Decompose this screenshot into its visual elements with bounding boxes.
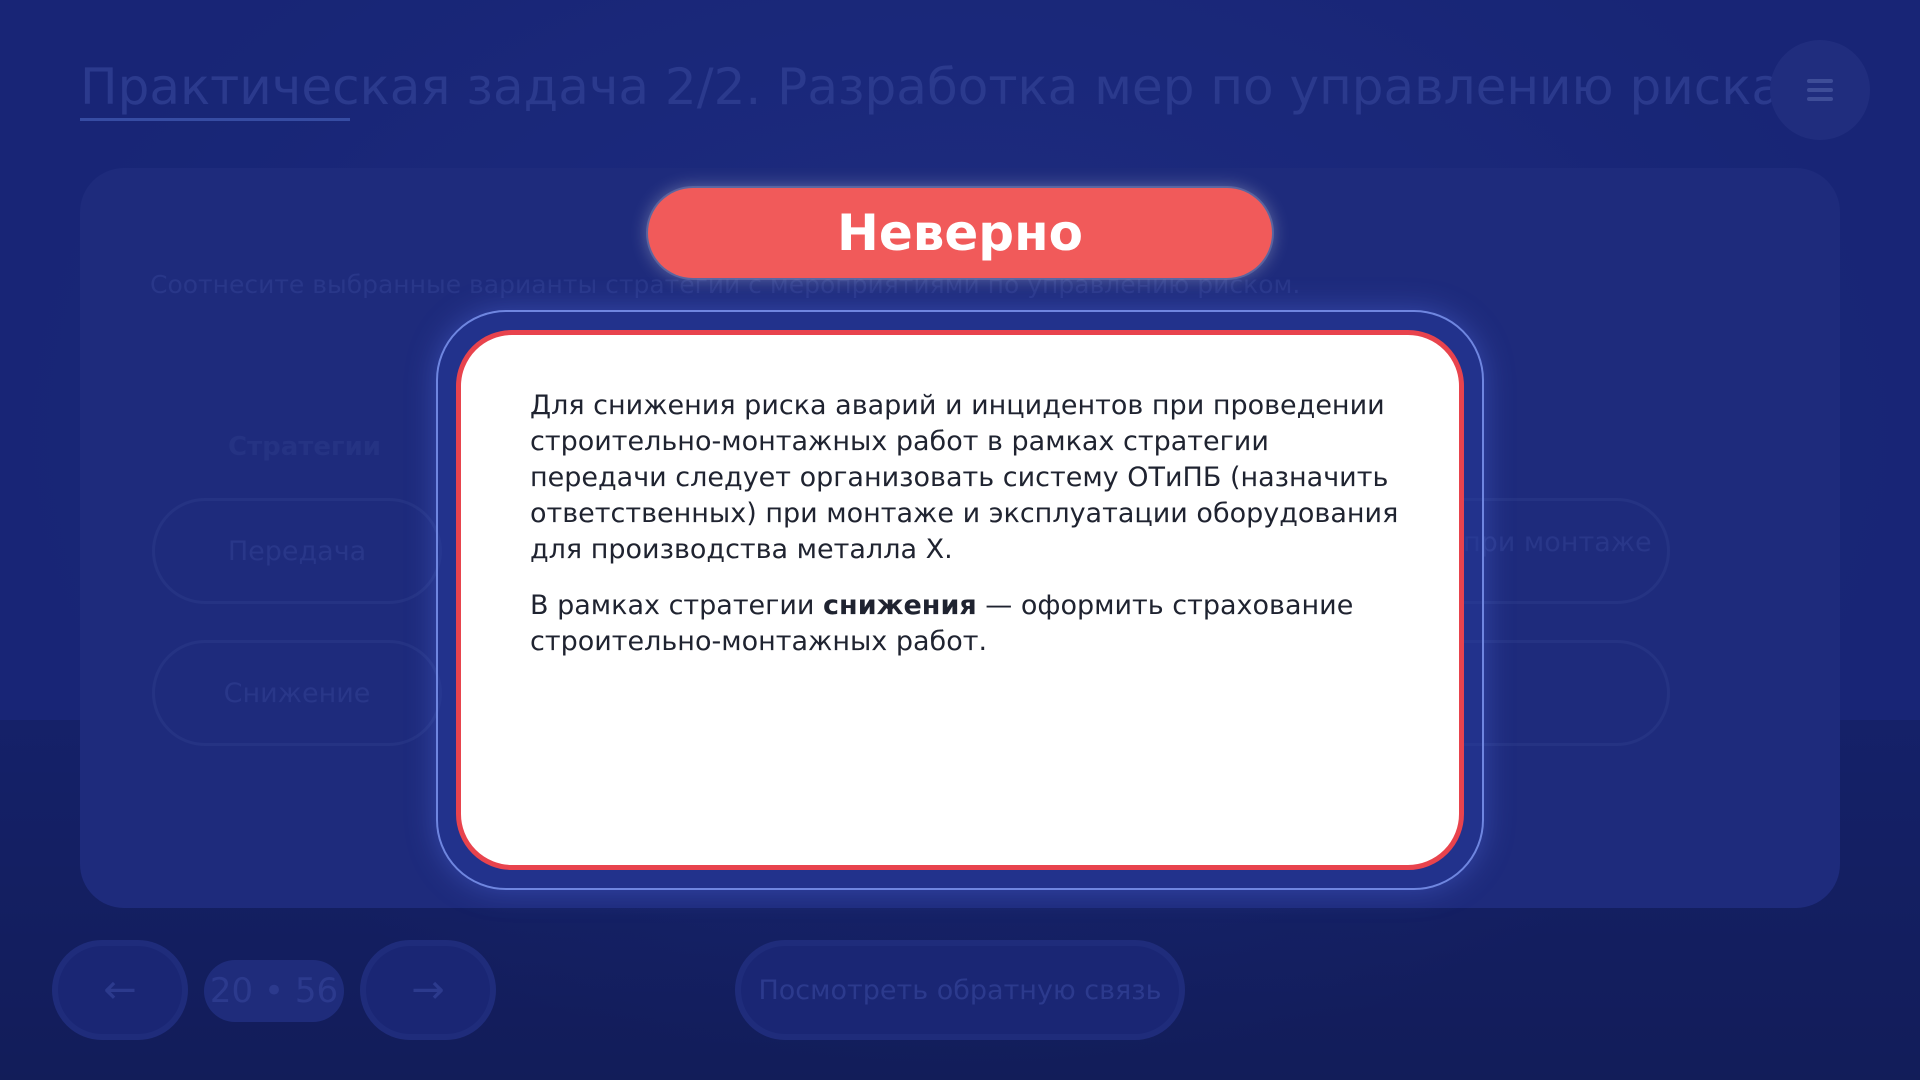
result-status-banner: Неверно xyxy=(648,188,1272,278)
feedback-text: Для снижения риска аварий и инцидентов п… xyxy=(530,388,1410,680)
feedback-paragraph-2-bold: снижения xyxy=(823,590,977,621)
feedback-paragraph-1: Для снижения риска аварий и инцидентов п… xyxy=(530,390,1399,565)
feedback-paragraph-2-prefix: В рамках стратегии xyxy=(530,590,824,621)
feedback-paragraph-2: В рамках стратегии снижения — оформить с… xyxy=(530,588,1410,660)
